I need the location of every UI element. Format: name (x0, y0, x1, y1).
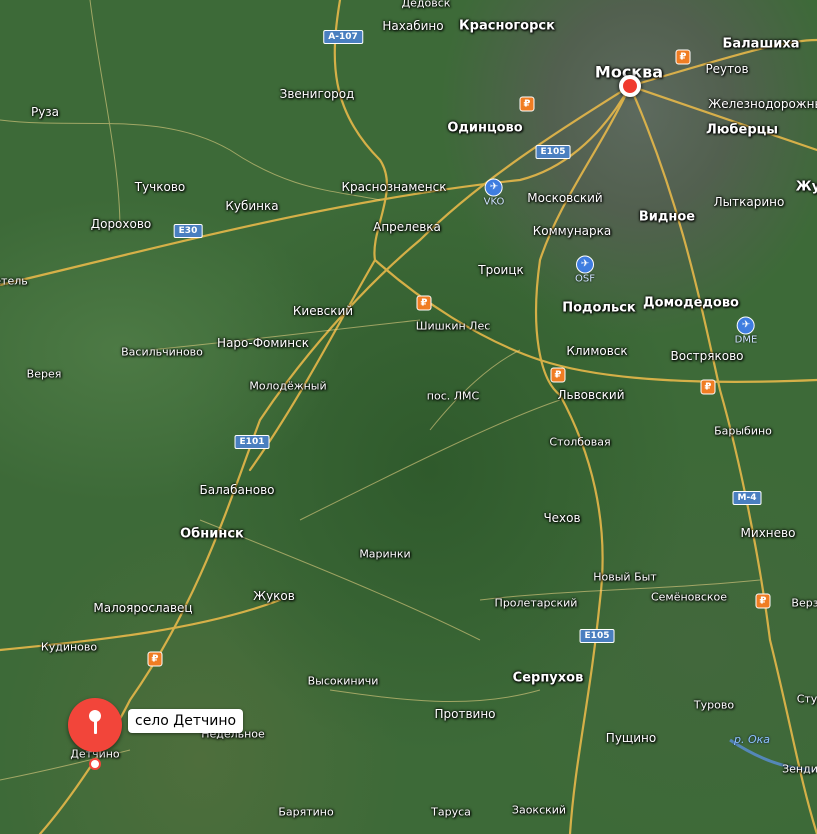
place-label: Жу (795, 179, 817, 195)
place-label: Шишкин Лес (415, 319, 491, 333)
place-label: Балашиха (722, 36, 800, 52)
airplane-icon: ✈ (575, 255, 594, 274)
place-label: Барятино (278, 805, 334, 819)
place-label: Новый Быт (593, 570, 657, 584)
place-label: Васильчиново (121, 345, 203, 359)
road-shield: Е105 (535, 145, 571, 159)
road-shield: А-107 (323, 30, 363, 44)
road-shield: Е101 (234, 435, 270, 449)
place-label: Востряково (670, 349, 744, 363)
place-label: Лыткарино (713, 195, 785, 209)
airport-code: OSF (575, 273, 595, 285)
river-label: р. Ока (734, 733, 771, 746)
place-label: Московский (527, 191, 603, 205)
fuel-station-icon[interactable]: ₽ (147, 651, 163, 667)
place-label: Пущино (605, 731, 657, 745)
location-point-icon (89, 758, 101, 770)
place-label: Верея (26, 367, 62, 381)
place-label: Серпухов (512, 670, 584, 686)
place-label: Турово (693, 698, 735, 712)
fuel-station-icon[interactable]: ₽ (550, 367, 566, 383)
pin-stem (94, 720, 97, 734)
place-label: Кудиново (40, 640, 98, 654)
place-label: Домодедово (643, 295, 739, 311)
place-label: Красногорск (459, 18, 555, 34)
place-label: Львовский (557, 388, 625, 402)
location-pin-icon[interactable] (68, 698, 122, 752)
airport-code: VKO (483, 196, 505, 208)
place-label: Таруса (431, 805, 471, 819)
place-label: Люберцы (705, 122, 779, 138)
place-label: Звенигород (279, 87, 355, 101)
place-label: Маринки (359, 547, 411, 561)
place-label: Верз (791, 596, 817, 610)
place-label: Краснознаменск (341, 180, 447, 194)
place-label: Заокский (511, 803, 567, 817)
place-label: Молодёжный (249, 379, 327, 393)
place-label: Обнинск (180, 526, 244, 542)
place-label: Наро-Фоминск (217, 336, 309, 350)
place-label: Малоярославец (93, 601, 193, 615)
airport-marker[interactable]: ✈ DME (734, 316, 758, 346)
road-shield: Е105 (579, 629, 615, 643)
place-label: Киевский (292, 304, 354, 318)
place-label: Михнево (740, 526, 796, 540)
place-label: Барыбино (714, 424, 772, 438)
airplane-icon: ✈ (737, 316, 755, 335)
airport-marker[interactable]: ✈ VKO (483, 178, 505, 208)
place-label: пос. ЛМС (426, 389, 480, 403)
place-label: Дедовск (401, 0, 451, 10)
place-label: Видное (638, 209, 696, 225)
place-label: Подольск (562, 300, 636, 316)
capital-marker-icon[interactable] (619, 75, 641, 97)
place-label: Руза (30, 105, 60, 119)
place-label: Балабаново (199, 483, 275, 497)
location-callout[interactable]: село Детчино (128, 709, 244, 733)
place-label: Протвино (434, 707, 496, 721)
place-label: Реутов (705, 62, 749, 76)
map-view[interactable]: Дедовск Нахабино Красногорск Москва Бала… (0, 0, 817, 834)
fuel-station-icon[interactable]: ₽ (416, 295, 432, 311)
place-label: Сту (796, 692, 817, 706)
fuel-station-icon[interactable]: ₽ (700, 379, 716, 395)
place-label: Одинцово (447, 120, 523, 136)
fuel-station-icon[interactable]: ₽ (675, 49, 691, 65)
place-label: Жуков (253, 589, 295, 603)
place-label: Кубинка (225, 199, 279, 213)
airplane-icon: ✈ (484, 178, 503, 197)
place-label: Троицк (478, 263, 524, 277)
airport-code: DME (734, 334, 758, 346)
place-label: етель (0, 274, 28, 288)
road-shield: М-4 (732, 491, 762, 505)
place-label: Коммунарка (532, 224, 612, 238)
place-label: Апрелевка (373, 220, 441, 234)
place-label: Тучково (134, 180, 186, 194)
place-label: Железнодорожный (708, 97, 817, 111)
place-label: Дорохово (90, 217, 152, 231)
place-label: Пролетарский (494, 596, 578, 610)
place-label: Чехов (543, 511, 581, 525)
place-label: Климовск (566, 344, 628, 358)
place-label: Зенди (782, 762, 817, 776)
airport-marker[interactable]: ✈ OSF (575, 255, 595, 285)
place-label: Высокиничи (307, 674, 379, 688)
road-shield: Е30 (173, 224, 203, 238)
fuel-station-icon[interactable]: ₽ (755, 593, 771, 609)
place-label: Семёновское (650, 590, 728, 604)
fuel-station-icon[interactable]: ₽ (519, 96, 535, 112)
place-label: Нахабино (382, 19, 444, 33)
place-label: Столбовая (549, 435, 611, 449)
